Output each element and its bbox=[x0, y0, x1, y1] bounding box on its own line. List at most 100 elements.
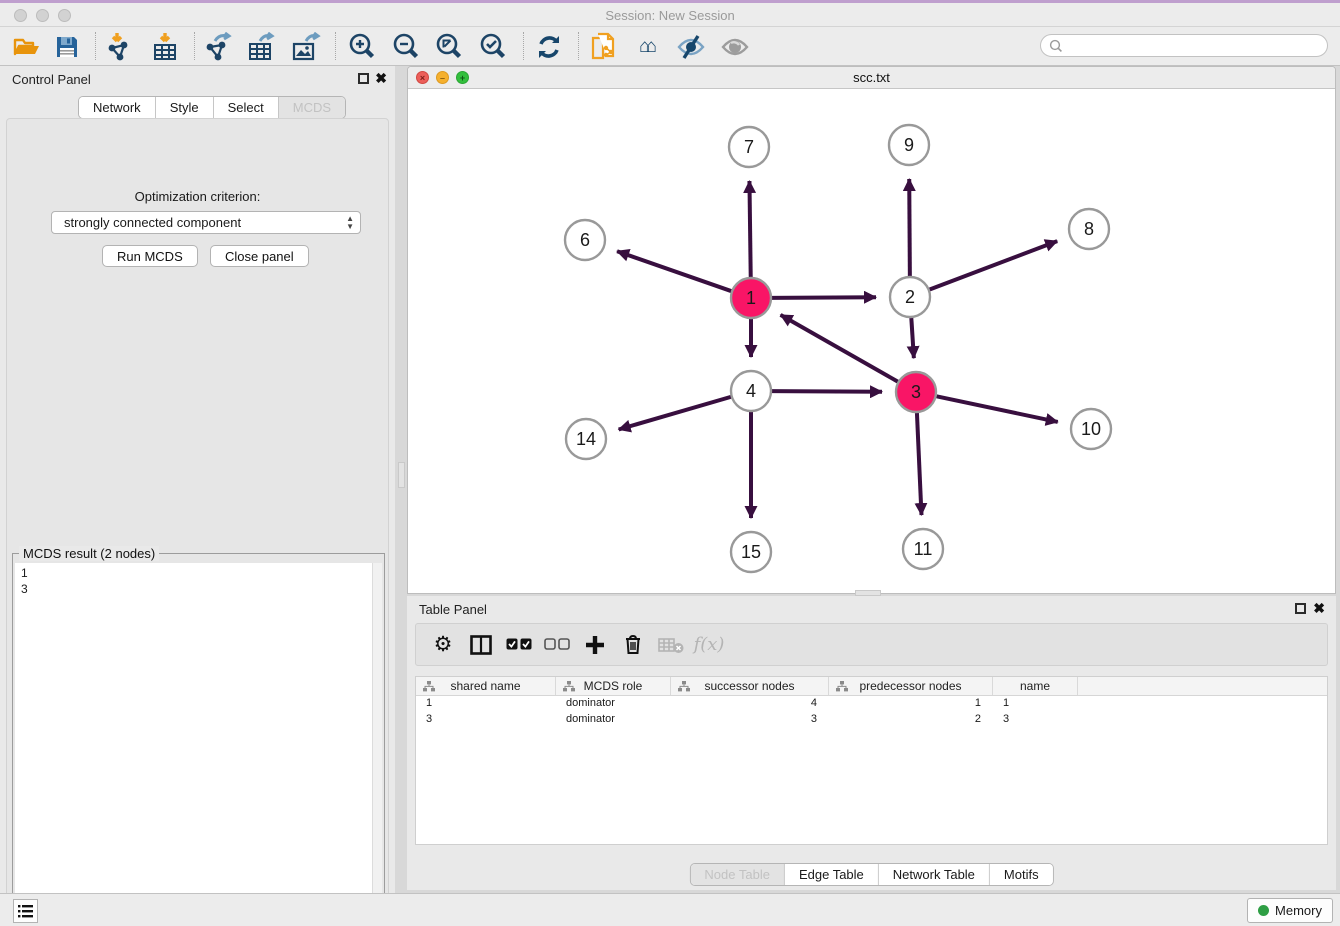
search-input[interactable] bbox=[1063, 39, 1327, 53]
run-mcds-button[interactable]: Run MCDS bbox=[102, 245, 198, 267]
cell-successor-nodes: 3 bbox=[671, 712, 829, 728]
show-columns-icon[interactable] bbox=[462, 628, 500, 662]
edge-2-3[interactable] bbox=[911, 318, 914, 358]
svg-text:7: 7 bbox=[744, 137, 754, 157]
node-14[interactable]: 14 bbox=[566, 419, 606, 459]
table-row[interactable]: 3dominator323 bbox=[416, 712, 1327, 728]
table-panel-title: Table Panel bbox=[419, 602, 487, 617]
close-panel-icon[interactable]: ✖ bbox=[375, 70, 387, 87]
delete-column-icon[interactable] bbox=[614, 628, 652, 662]
optimization-criterion-label: Optimization criterion: bbox=[7, 189, 388, 204]
function-builder-icon[interactable]: f(x) bbox=[690, 628, 728, 662]
export-network-icon[interactable] bbox=[199, 31, 237, 63]
deselect-all-icon[interactable] bbox=[538, 628, 576, 662]
node-15[interactable]: 15 bbox=[731, 532, 771, 572]
task-history-button[interactable] bbox=[13, 899, 38, 923]
edge-2-9[interactable] bbox=[909, 179, 910, 276]
save-session-icon[interactable] bbox=[48, 31, 86, 63]
window-title: Session: New Session bbox=[0, 8, 1340, 23]
tab-network-table[interactable]: Network Table bbox=[879, 864, 990, 885]
edge-1-7[interactable] bbox=[749, 181, 750, 277]
export-image-icon[interactable] bbox=[287, 31, 325, 63]
column-header-MCDS-role[interactable]: MCDS role bbox=[556, 677, 671, 695]
edge-1-6[interactable] bbox=[617, 251, 731, 291]
add-column-icon[interactable] bbox=[576, 628, 614, 662]
node-11[interactable]: 11 bbox=[903, 529, 943, 569]
hide-selected-icon[interactable] bbox=[672, 31, 710, 63]
cell-predecessor-nodes: 1 bbox=[829, 696, 993, 712]
result-scrollbar[interactable] bbox=[372, 563, 382, 926]
zoom-out-icon[interactable] bbox=[387, 31, 425, 63]
edge-2-8[interactable] bbox=[930, 241, 1058, 289]
dropdown-stepper-icon: ▲▼ bbox=[346, 215, 354, 231]
column-header-predecessor-nodes[interactable]: predecessor nodes bbox=[829, 677, 993, 695]
show-all-icon[interactable] bbox=[716, 31, 754, 63]
node-6[interactable]: 6 bbox=[565, 220, 605, 260]
float-table-panel-icon[interactable] bbox=[1295, 603, 1306, 614]
column-header-shared-name[interactable]: shared name bbox=[416, 677, 556, 695]
tab-style[interactable]: Style bbox=[156, 97, 214, 118]
close-panel-button[interactable]: Close panel bbox=[210, 245, 309, 267]
mcds-result-text[interactable]: 1 3 bbox=[15, 563, 372, 926]
table-rows: 1dominator4113dominator323 bbox=[416, 696, 1327, 728]
svg-text:9: 9 bbox=[904, 135, 914, 155]
close-table-panel-icon[interactable]: ✖ bbox=[1313, 600, 1325, 617]
svg-text:11: 11 bbox=[914, 539, 933, 559]
refresh-network-icon[interactable] bbox=[530, 31, 568, 63]
edge-3-1[interactable] bbox=[781, 315, 898, 382]
edge-3-11[interactable] bbox=[917, 413, 922, 515]
tab-node-table[interactable]: Node Table bbox=[690, 864, 785, 885]
criterion-value: strongly connected component bbox=[64, 215, 241, 230]
mcds-result-group: MCDS result (2 nodes) 1 3 bbox=[12, 553, 385, 926]
edge-3-10[interactable] bbox=[937, 396, 1058, 422]
clone-network-icon[interactable] bbox=[585, 31, 623, 63]
edge-4-14[interactable] bbox=[619, 397, 731, 430]
memory-button[interactable]: Memory bbox=[1247, 898, 1333, 923]
float-panel-icon[interactable] bbox=[358, 73, 369, 84]
node-7[interactable]: 7 bbox=[729, 127, 769, 167]
search-icon bbox=[1049, 39, 1063, 53]
edge-4-3[interactable] bbox=[772, 391, 882, 392]
control-panel-header: Control Panel ✖ bbox=[0, 66, 395, 92]
node-9[interactable]: 9 bbox=[889, 125, 929, 165]
table-toolbar: ⚙ f(x) bbox=[415, 623, 1328, 666]
tab-edge-table[interactable]: Edge Table bbox=[785, 864, 879, 885]
zoom-fit-icon[interactable] bbox=[430, 31, 468, 63]
network-window-titlebar: × – + scc.txt bbox=[408, 67, 1335, 89]
node-8[interactable]: 8 bbox=[1069, 209, 1109, 249]
search-field[interactable] bbox=[1040, 34, 1328, 57]
column-header-name[interactable]: name bbox=[993, 677, 1078, 695]
zoom-in-icon[interactable] bbox=[343, 31, 381, 63]
node-10[interactable]: 10 bbox=[1071, 409, 1111, 449]
table-panel-header: Table Panel ✖ bbox=[407, 596, 1336, 622]
main-toolbar: ⌂⌂ bbox=[0, 27, 1340, 66]
select-all-icon[interactable] bbox=[500, 628, 538, 662]
edge-1-2[interactable] bbox=[772, 297, 876, 298]
export-table-icon[interactable] bbox=[243, 31, 281, 63]
tab-network[interactable]: Network bbox=[79, 97, 156, 118]
tab-mcds[interactable]: MCDS bbox=[279, 97, 345, 118]
node-2[interactable]: 2 bbox=[890, 277, 930, 317]
open-session-icon[interactable] bbox=[8, 31, 46, 63]
node-table: shared nameMCDS rolesuccessor nodesprede… bbox=[415, 676, 1328, 845]
network-canvas[interactable]: 7 9 6 8 1 2 4 3 14 10 15 11 bbox=[408, 89, 1335, 593]
first-neighbors-icon[interactable]: ⌂⌂ bbox=[629, 31, 667, 63]
tab-motifs[interactable]: Motifs bbox=[990, 864, 1053, 885]
node-4[interactable]: 4 bbox=[731, 371, 771, 411]
criterion-dropdown[interactable]: strongly connected component ▲▼ bbox=[51, 211, 361, 234]
delete-table-icon[interactable] bbox=[652, 628, 690, 662]
column-header-successor-nodes[interactable]: successor nodes bbox=[671, 677, 829, 695]
node-3[interactable]: 3 bbox=[896, 372, 936, 412]
table-row[interactable]: 1dominator411 bbox=[416, 696, 1327, 712]
cell-MCDS-role: dominator bbox=[556, 712, 671, 728]
toolbar-separator bbox=[95, 32, 96, 60]
import-table-icon[interactable] bbox=[146, 31, 184, 63]
cell-predecessor-nodes: 2 bbox=[829, 712, 993, 728]
node-1[interactable]: 1 bbox=[731, 278, 771, 318]
import-network-icon[interactable] bbox=[100, 31, 138, 63]
zoom-selected-icon[interactable] bbox=[474, 31, 512, 63]
table-settings-icon[interactable]: ⚙ bbox=[424, 628, 462, 662]
vertical-splitter-handle[interactable] bbox=[398, 462, 405, 488]
tab-select[interactable]: Select bbox=[214, 97, 279, 118]
memory-status-icon bbox=[1258, 905, 1269, 916]
